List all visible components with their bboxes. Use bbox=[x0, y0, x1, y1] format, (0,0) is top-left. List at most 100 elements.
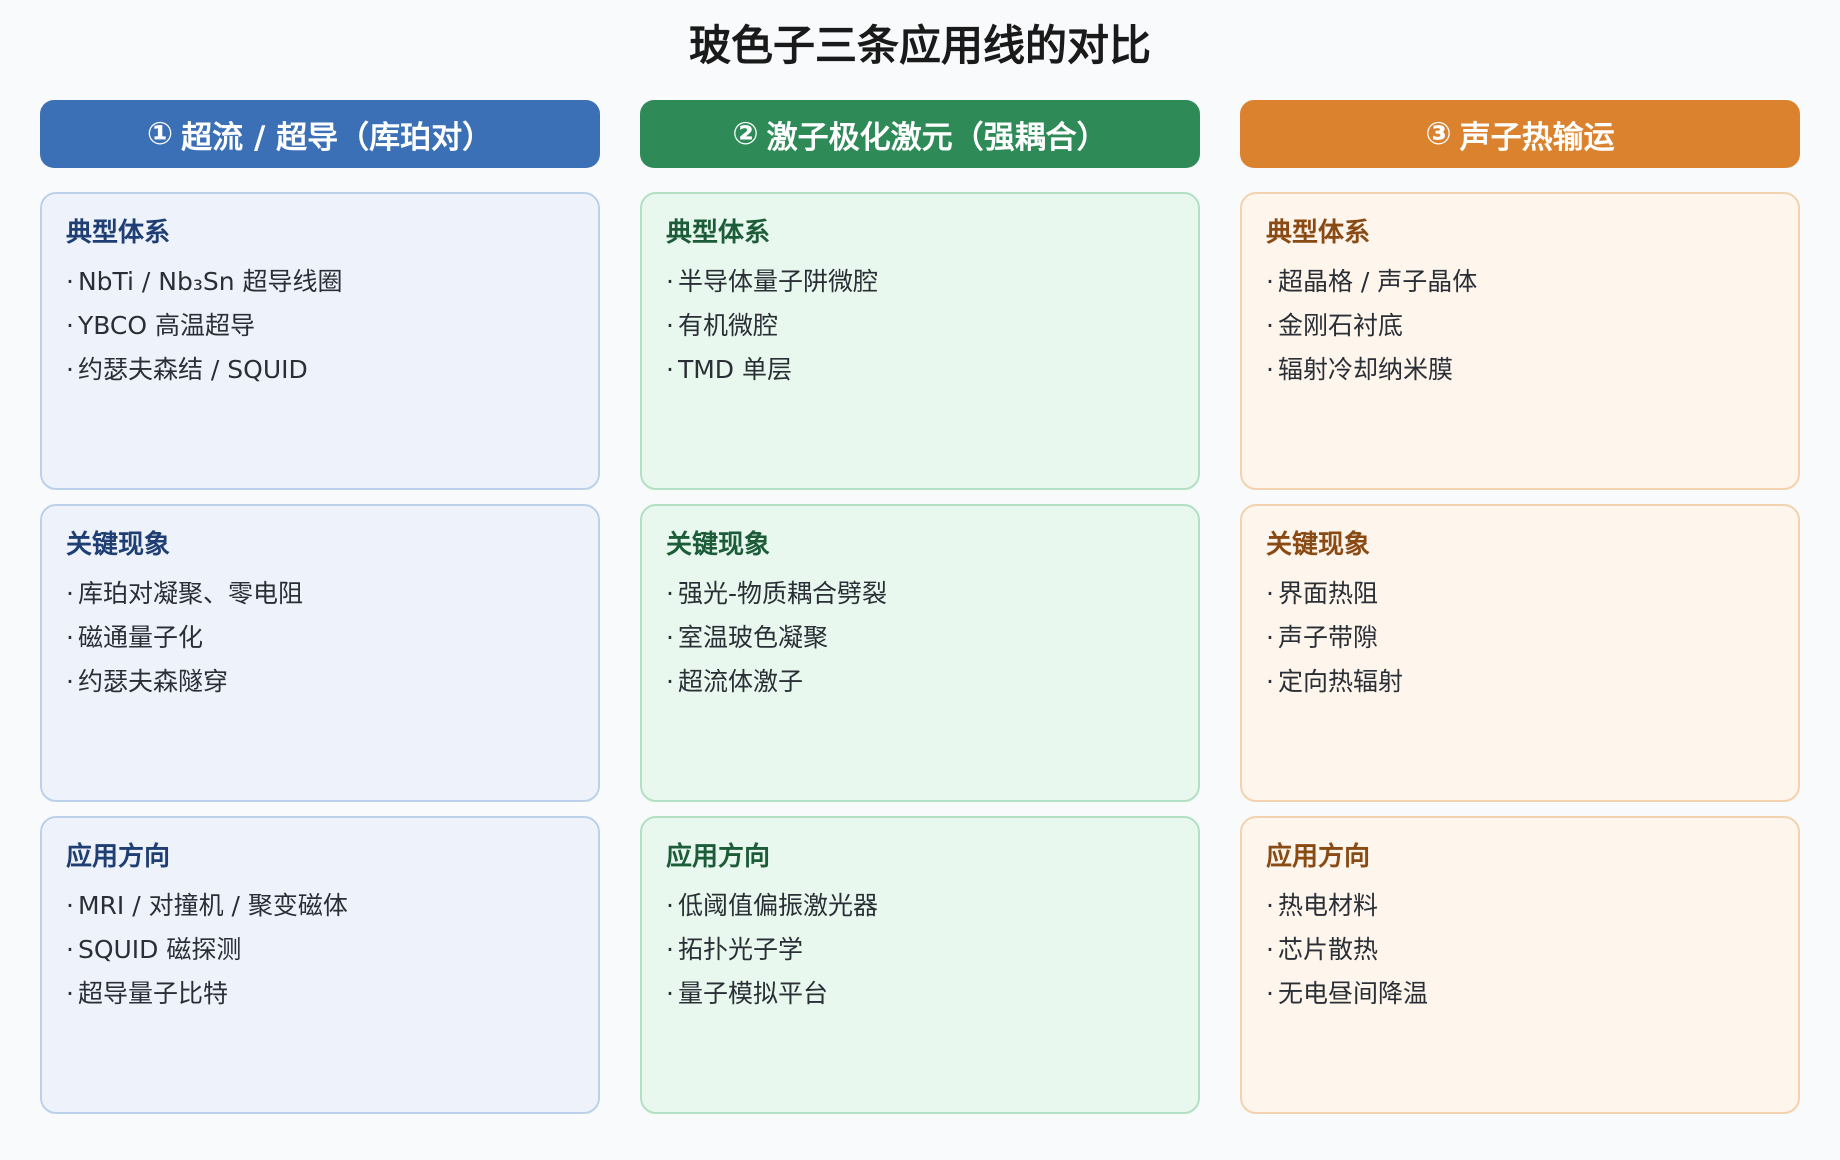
bullet-icon: · bbox=[666, 311, 674, 340]
list-item: · 超晶格 / 声子晶体 bbox=[1266, 260, 1774, 304]
list-item: · 有机微腔 bbox=[666, 304, 1174, 348]
column-number: ② bbox=[732, 116, 759, 152]
bullet-icon: · bbox=[1266, 267, 1274, 296]
card-applications: 应用方向 · 低阈值偏振激光器 · 拓扑光子学 · 量子模拟平台 bbox=[640, 816, 1200, 1114]
list-item-text: 声子带隙 bbox=[1277, 623, 1378, 652]
list-item-text: 强光-物质耦合劈裂 bbox=[677, 579, 887, 608]
card-title: 应用方向 bbox=[1266, 842, 1371, 872]
list-item: · 低阈值偏振激光器 bbox=[666, 884, 1174, 928]
card-title: 关键现象 bbox=[1266, 530, 1371, 560]
bullet-icon: · bbox=[66, 623, 74, 652]
card-key-phenomena: 关键现象 · 界面热阻 · 声子带隙 · 定向热辐射 bbox=[1240, 504, 1800, 802]
list-item: · 超流体激子 bbox=[666, 660, 1174, 704]
list-item-text: TMD 单层 bbox=[677, 355, 792, 384]
bullet-icon: · bbox=[66, 267, 74, 296]
card-applications: 应用方向 · 热电材料 · 芯片散热 · 无电昼间降温 bbox=[1240, 816, 1800, 1114]
list-item: · TMD 单层 bbox=[666, 348, 1174, 392]
list-item: · 声子带隙 bbox=[1266, 616, 1774, 660]
list-item: · NbTi / Nb₃Sn 超导线圈 bbox=[66, 260, 574, 304]
bullet-icon: · bbox=[1266, 891, 1274, 920]
list-item: · 约瑟夫森隧穿 bbox=[66, 660, 574, 704]
list-item-text: YBCO 高温超导 bbox=[77, 311, 256, 340]
card-title: 关键现象 bbox=[666, 530, 771, 560]
list-item: · 定向热辐射 bbox=[1266, 660, 1774, 704]
list-item-text: 约瑟夫森结 / SQUID bbox=[77, 355, 308, 384]
list-item: · 量子模拟平台 bbox=[666, 972, 1174, 1016]
list-item: · 辐射冷却纳米膜 bbox=[1266, 348, 1774, 392]
bullet-icon: · bbox=[1266, 623, 1274, 652]
bullet-icon: · bbox=[1266, 579, 1274, 608]
card-typical-systems: 典型体系 · 超晶格 / 声子晶体 · 金刚石衬底 · 辐射冷却纳米膜 bbox=[1240, 192, 1800, 490]
list-item-text: 热电材料 bbox=[1277, 891, 1378, 920]
list-item-text: 芯片散热 bbox=[1277, 935, 1378, 964]
list-item: · 界面热阻 bbox=[1266, 572, 1774, 616]
list-item-text: 金刚石衬底 bbox=[1277, 311, 1403, 340]
bullet-icon: · bbox=[1266, 667, 1274, 696]
bullet-icon: · bbox=[1266, 979, 1274, 1008]
list-item: · 拓扑光子学 bbox=[666, 928, 1174, 972]
bullet-icon: · bbox=[1266, 311, 1274, 340]
column-number: ③ bbox=[1425, 116, 1452, 152]
list-item-text: 低阈值偏振激光器 bbox=[677, 891, 878, 920]
list-item: · 库珀对凝聚、零电阻 bbox=[66, 572, 574, 616]
list-item: · 无电昼间降温 bbox=[1266, 972, 1774, 1016]
page-title: 玻色子三条应用线的对比 bbox=[688, 21, 1151, 70]
list-item-text: 定向热辐射 bbox=[1277, 667, 1403, 696]
list-item: · YBCO 高温超导 bbox=[66, 304, 574, 348]
list-item: · SQUID 磁探测 bbox=[66, 928, 574, 972]
list-item-text: MRI / 对撞机 / 聚变磁体 bbox=[77, 891, 348, 920]
list-item: · 金刚石衬底 bbox=[1266, 304, 1774, 348]
list-item-text: 超导量子比特 bbox=[77, 979, 228, 1008]
column-header-label: 激子极化激元（强耦合） bbox=[766, 119, 1108, 156]
list-item: · 室温玻色凝聚 bbox=[666, 616, 1174, 660]
bullet-icon: · bbox=[666, 935, 674, 964]
list-item-text: NbTi / Nb₃Sn 超导线圈 bbox=[77, 267, 343, 296]
list-item-text: 辐射冷却纳米膜 bbox=[1277, 355, 1453, 384]
bullet-icon: · bbox=[666, 891, 674, 920]
column-superconductivity: ① 超流 / 超导（库珀对） 典型体系 · NbTi / Nb₃Sn 超导线圈 ·… bbox=[40, 100, 600, 1128]
list-item: · 芯片散热 bbox=[1266, 928, 1774, 972]
list-item-text: 超流体激子 bbox=[677, 667, 803, 696]
column-header: ② 激子极化激元（强耦合） bbox=[640, 100, 1200, 168]
list-item-text: 无电昼间降温 bbox=[1277, 979, 1428, 1008]
bullet-icon: · bbox=[66, 891, 74, 920]
card-applications: 应用方向 · MRI / 对撞机 / 聚变磁体 · SQUID 磁探测 · 超导量子比… bbox=[40, 816, 600, 1114]
card-typical-systems: 典型体系 · NbTi / Nb₃Sn 超导线圈 · YBCO 高温超导 · 约瑟夫森… bbox=[40, 192, 600, 490]
card-title: 典型体系 bbox=[66, 218, 171, 248]
list-item: · 半导体量子阱微腔 bbox=[666, 260, 1174, 304]
card-typical-systems: 典型体系 · 半导体量子阱微腔 · 有机微腔 · TMD 单层 bbox=[640, 192, 1200, 490]
list-item: · 超导量子比特 bbox=[66, 972, 574, 1016]
list-item-text: 约瑟夫森隧穿 bbox=[77, 667, 228, 696]
list-item: · 强光-物质耦合劈裂 bbox=[666, 572, 1174, 616]
card-title: 典型体系 bbox=[666, 218, 771, 248]
column-header-label: 声子热输运 bbox=[1459, 119, 1615, 156]
list-item: · 磁通量子化 bbox=[66, 616, 574, 660]
bullet-icon: · bbox=[66, 579, 74, 608]
bullet-icon: · bbox=[1266, 935, 1274, 964]
comparison-columns: ① 超流 / 超导（库珀对） 典型体系 · NbTi / Nb₃Sn 超导线圈 ·… bbox=[40, 100, 1800, 1128]
column-phonon-transport: ③ 声子热输运 典型体系 · 超晶格 / 声子晶体 · 金刚石衬底 · 辐射冷却纳米膜… bbox=[1240, 100, 1800, 1128]
bullet-icon: · bbox=[666, 579, 674, 608]
card-title: 关键现象 bbox=[66, 530, 171, 560]
column-header: ③ 声子热输运 bbox=[1240, 100, 1800, 168]
list-item-text: 半导体量子阱微腔 bbox=[677, 267, 878, 296]
bullet-icon: · bbox=[666, 267, 674, 296]
column-header-label: 超流 / 超导（库珀对） bbox=[181, 119, 494, 156]
list-item-text: 超晶格 / 声子晶体 bbox=[1277, 267, 1478, 296]
card-title: 应用方向 bbox=[666, 842, 771, 872]
list-item-text: 室温玻色凝聚 bbox=[677, 623, 828, 652]
list-item-text: 有机微腔 bbox=[677, 311, 778, 340]
list-item-text: 量子模拟平台 bbox=[677, 979, 828, 1008]
list-item-text: 磁通量子化 bbox=[77, 623, 203, 652]
card-title: 应用方向 bbox=[66, 842, 171, 872]
column-header: ① 超流 / 超导（库珀对） bbox=[40, 100, 600, 168]
bullet-icon: · bbox=[66, 979, 74, 1008]
list-item-text: 界面热阻 bbox=[1277, 579, 1378, 608]
bullet-icon: · bbox=[66, 935, 74, 964]
list-item: · MRI / 对撞机 / 聚变磁体 bbox=[66, 884, 574, 928]
list-item-text: SQUID 磁探测 bbox=[77, 935, 242, 964]
bullet-icon: · bbox=[66, 355, 74, 384]
bullet-icon: · bbox=[66, 667, 74, 696]
list-item: · 约瑟夫森结 / SQUID bbox=[66, 348, 574, 392]
bullet-icon: · bbox=[666, 979, 674, 1008]
